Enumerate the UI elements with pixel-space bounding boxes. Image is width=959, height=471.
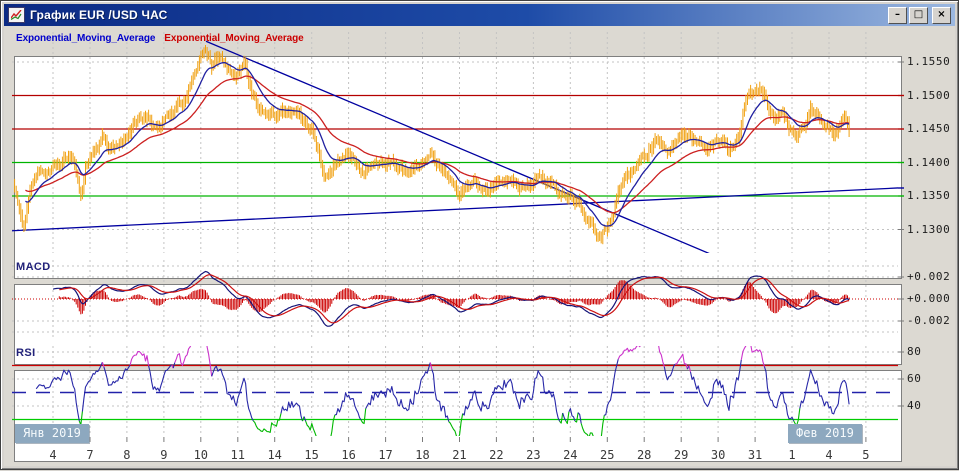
- ema-legend: Exponential_Moving_Average Exponential_M…: [16, 33, 304, 44]
- date-axis-tick: 23: [518, 448, 548, 462]
- date-axis-tick: 10: [186, 448, 216, 462]
- date-axis-tick: 16: [334, 448, 364, 462]
- date-axis-tick: 24: [555, 448, 585, 462]
- chart-window: График EUR /USD ЧАС – □ × Exponential_Mo…: [0, 0, 959, 470]
- date-axis-tick: 29: [666, 448, 696, 462]
- date-axis-tick: 9: [149, 448, 179, 462]
- macd-axis-tick: -0.002: [907, 314, 950, 327]
- price-axis-tick: 1.1450: [907, 122, 950, 135]
- date-axis-tick: 21: [444, 448, 474, 462]
- price-axis-tick: 1.1350: [907, 189, 950, 202]
- month-label-jan: Янв 2019: [15, 424, 89, 443]
- date-axis-tick: 25: [592, 448, 622, 462]
- macd-axis-tick: +0.002: [907, 270, 950, 283]
- date-axis-tick: 31: [740, 448, 770, 462]
- price-axis-tick: 1.1500: [907, 89, 950, 102]
- date-axis-tick: 8: [112, 448, 142, 462]
- date-axis-tick: 4: [38, 448, 68, 462]
- date-axis-tick: 30: [703, 448, 733, 462]
- date-axis-tick: 22: [481, 448, 511, 462]
- ema-slow-legend-label: Exponential_Moving_Average: [164, 33, 303, 44]
- date-axis-tick: 28: [629, 448, 659, 462]
- price-axis-tick: 1.1550: [907, 55, 950, 68]
- price-axis-tick: 1.1300: [907, 223, 950, 236]
- month-label-feb: Фев 2019: [788, 424, 862, 443]
- rsi-label: RSI: [16, 347, 36, 359]
- date-axis-tick: 15: [297, 448, 327, 462]
- date-axis-tick: 7: [75, 448, 105, 462]
- chart-graphics: [1, 1, 959, 471]
- rsi-axis-tick: 80: [907, 345, 921, 358]
- date-axis-tick: 14: [260, 448, 290, 462]
- ema-fast-legend-label: Exponential_Moving_Average: [16, 33, 155, 44]
- macd-label: MACD: [16, 261, 51, 273]
- date-axis-tick: 1: [777, 448, 807, 462]
- date-axis-tick: 17: [371, 448, 401, 462]
- date-axis-tick: 4: [814, 448, 844, 462]
- date-axis-tick: 5: [851, 448, 881, 462]
- rsi-axis-tick: 40: [907, 399, 921, 412]
- rsi-axis-tick: 60: [907, 372, 921, 385]
- date-axis-tick: 18: [408, 448, 438, 462]
- macd-axis-tick: +0.000: [907, 292, 950, 305]
- date-axis-tick: 11: [223, 448, 253, 462]
- price-axis-tick: 1.1400: [907, 156, 950, 169]
